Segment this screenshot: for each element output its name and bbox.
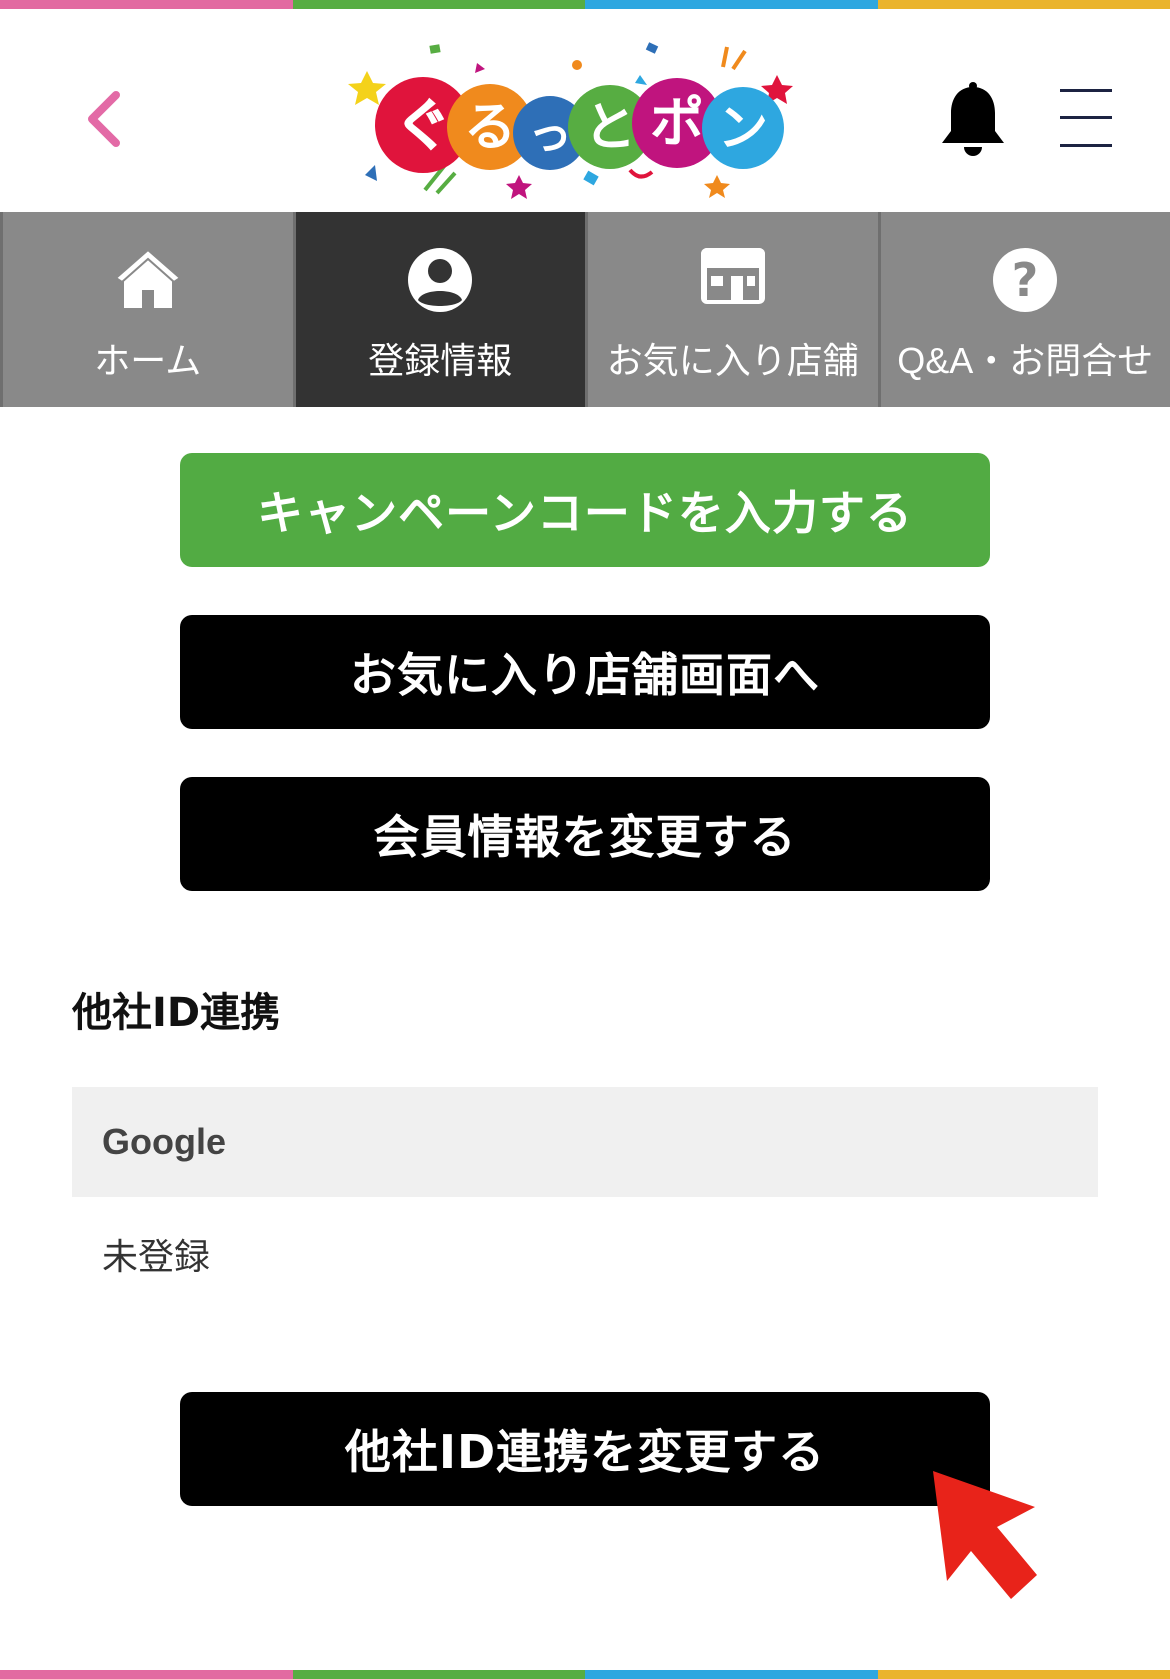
svg-text:?: ? [1012,253,1039,307]
back-button[interactable] [80,89,130,149]
tab-home[interactable]: ホーム [0,212,293,407]
campaign-code-button[interactable]: キャンペーンコードを入力する [180,453,990,567]
edit-linked-ids-button[interactable]: 他社ID連携を変更する [180,1392,990,1506]
top-color-stripe [0,0,1170,9]
tab-qa-contact-label: Q&A・お問合せ [897,340,1154,381]
tab-registration-info[interactable]: 登録情報 [292,212,585,407]
provider-row: Google [72,1087,1098,1197]
header: ぐ る っ と ポ ン [0,9,1170,212]
linked-ids-title: 他社ID連携 [72,990,281,1036]
tab-qa-contact[interactable]: ? Q&A・お問合せ [877,212,1170,407]
svg-text:っ: っ [528,109,572,160]
tab-favorite-stores-label: お気に入り店舗 [606,340,859,381]
pointer-arrow-icon [933,1471,1037,1599]
hamburger-menu-icon[interactable] [1060,81,1112,151]
svg-text:ン: ン [718,99,768,157]
svg-text:ぐ: ぐ [395,94,451,159]
svg-text:と: と [584,98,636,158]
notification-button[interactable] [938,81,1008,161]
question-circle-icon: ? [993,248,1058,312]
svg-text:る: る [464,98,516,158]
provider-status: 未登録 [102,1237,211,1278]
tab-home-label: ホーム [94,340,202,381]
tab-favorite-stores[interactable]: お気に入り店舗 [585,212,878,407]
chevron-left-icon [88,91,120,147]
user-circle-icon [408,248,473,312]
app-logo[interactable]: ぐ る っ と ポ ン [345,25,805,200]
edit-member-info-button[interactable]: 会員情報を変更する [180,777,990,891]
favorite-stores-button[interactable]: お気に入り店舗画面へ [180,615,990,729]
bottom-color-stripe [0,1670,1170,1679]
store-icon [700,248,765,304]
bell-icon [942,82,1004,156]
main-nav: ホーム 登録情報 お気に入り店舗 ? Q&A・お問合せ [0,212,1170,407]
logo-graphic: ぐ る っ と ポ ン [348,42,793,199]
provider-name: Google [102,1121,226,1162]
home-icon [114,248,182,308]
svg-text:ポ: ポ [650,91,704,154]
tab-registration-info-label: 登録情報 [368,340,513,381]
